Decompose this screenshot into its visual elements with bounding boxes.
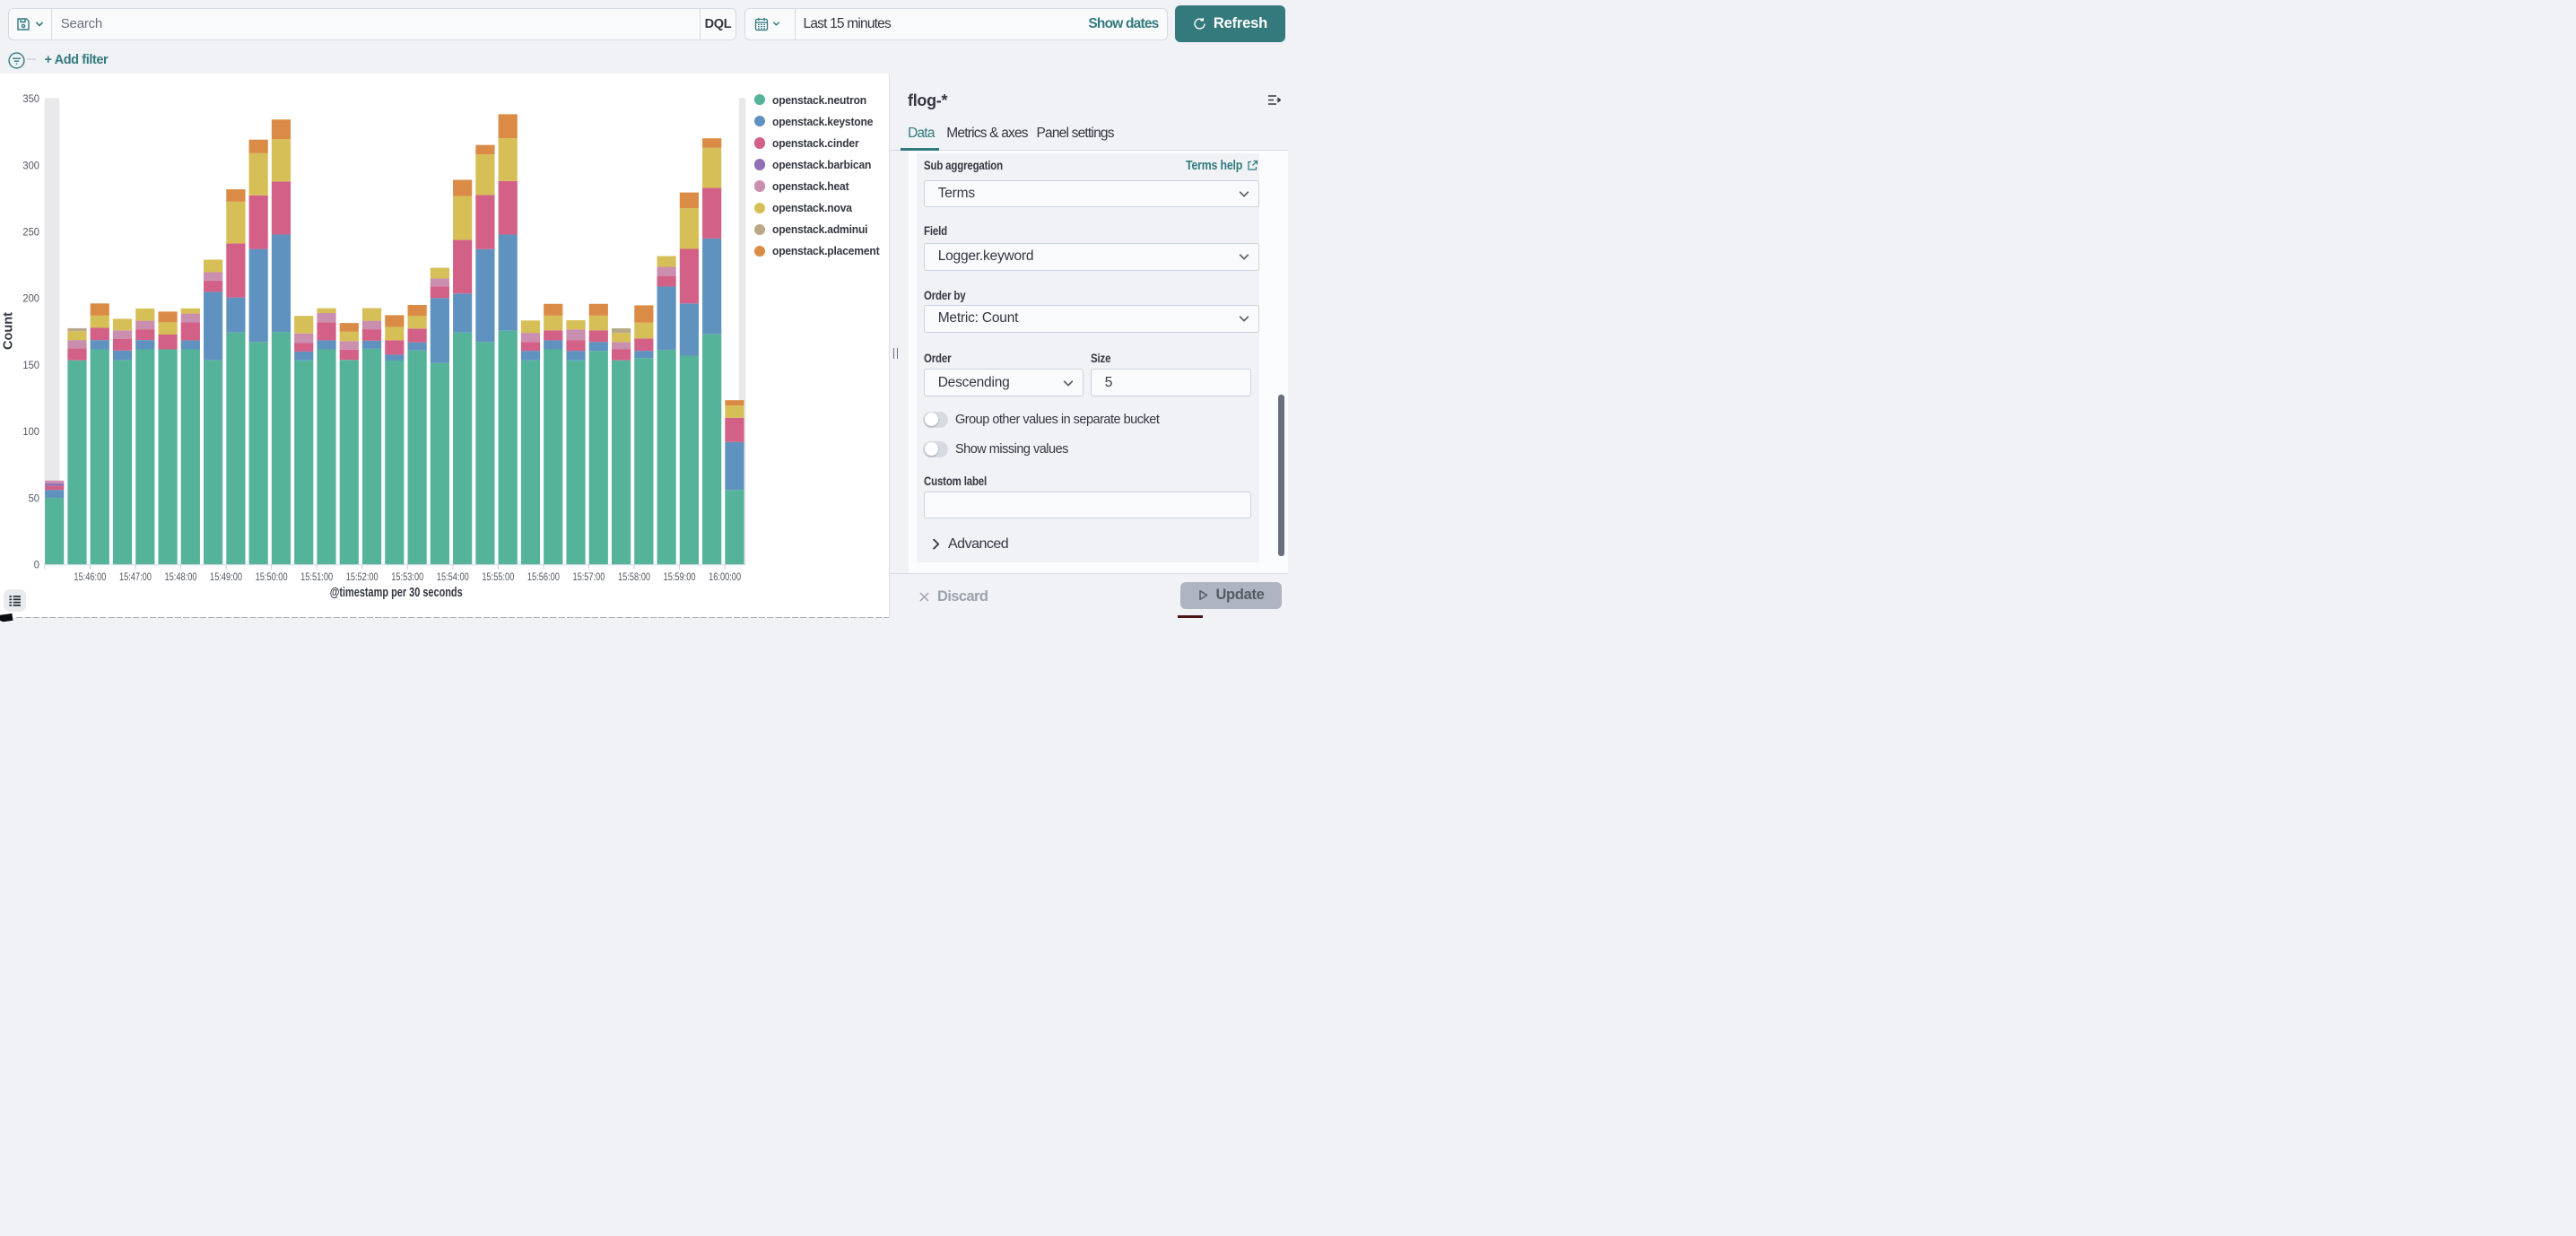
svg-text:15:52:00: 15:52:00	[346, 570, 379, 582]
svg-text:15:53:00: 15:53:00	[391, 570, 423, 582]
svg-text:16:00:00: 16:00:00	[709, 570, 741, 582]
svg-text:15:57:00: 15:57:00	[572, 570, 605, 582]
svg-text:300: 300	[22, 159, 39, 171]
svg-text:15:55:00: 15:55:00	[482, 570, 514, 582]
svg-text:150: 150	[22, 358, 39, 370]
svg-text:15:48:00: 15:48:00	[165, 570, 197, 582]
svg-text:@timestamp per 30 seconds: @timestamp per 30 seconds	[330, 586, 463, 600]
svg-text:350: 350	[22, 92, 39, 105]
svg-text:15:58:00: 15:58:00	[618, 570, 650, 582]
svg-text:15:46:00: 15:46:00	[74, 570, 106, 582]
svg-text:15:54:00: 15:54:00	[437, 570, 469, 582]
svg-text:0: 0	[34, 558, 39, 570]
svg-text:100: 100	[22, 425, 39, 438]
svg-text:200: 200	[22, 292, 39, 304]
svg-text:15:47:00: 15:47:00	[119, 570, 152, 582]
svg-text:15:56:00: 15:56:00	[527, 570, 560, 582]
svg-text:15:59:00: 15:59:00	[664, 570, 696, 582]
svg-text:Count: Count	[2, 311, 16, 349]
svg-text:15:50:00: 15:50:00	[256, 570, 288, 582]
svg-text:250: 250	[22, 225, 39, 238]
svg-text:15:51:00: 15:51:00	[300, 570, 333, 582]
svg-text:15:49:00: 15:49:00	[210, 570, 242, 582]
svg-text:50: 50	[29, 492, 40, 504]
